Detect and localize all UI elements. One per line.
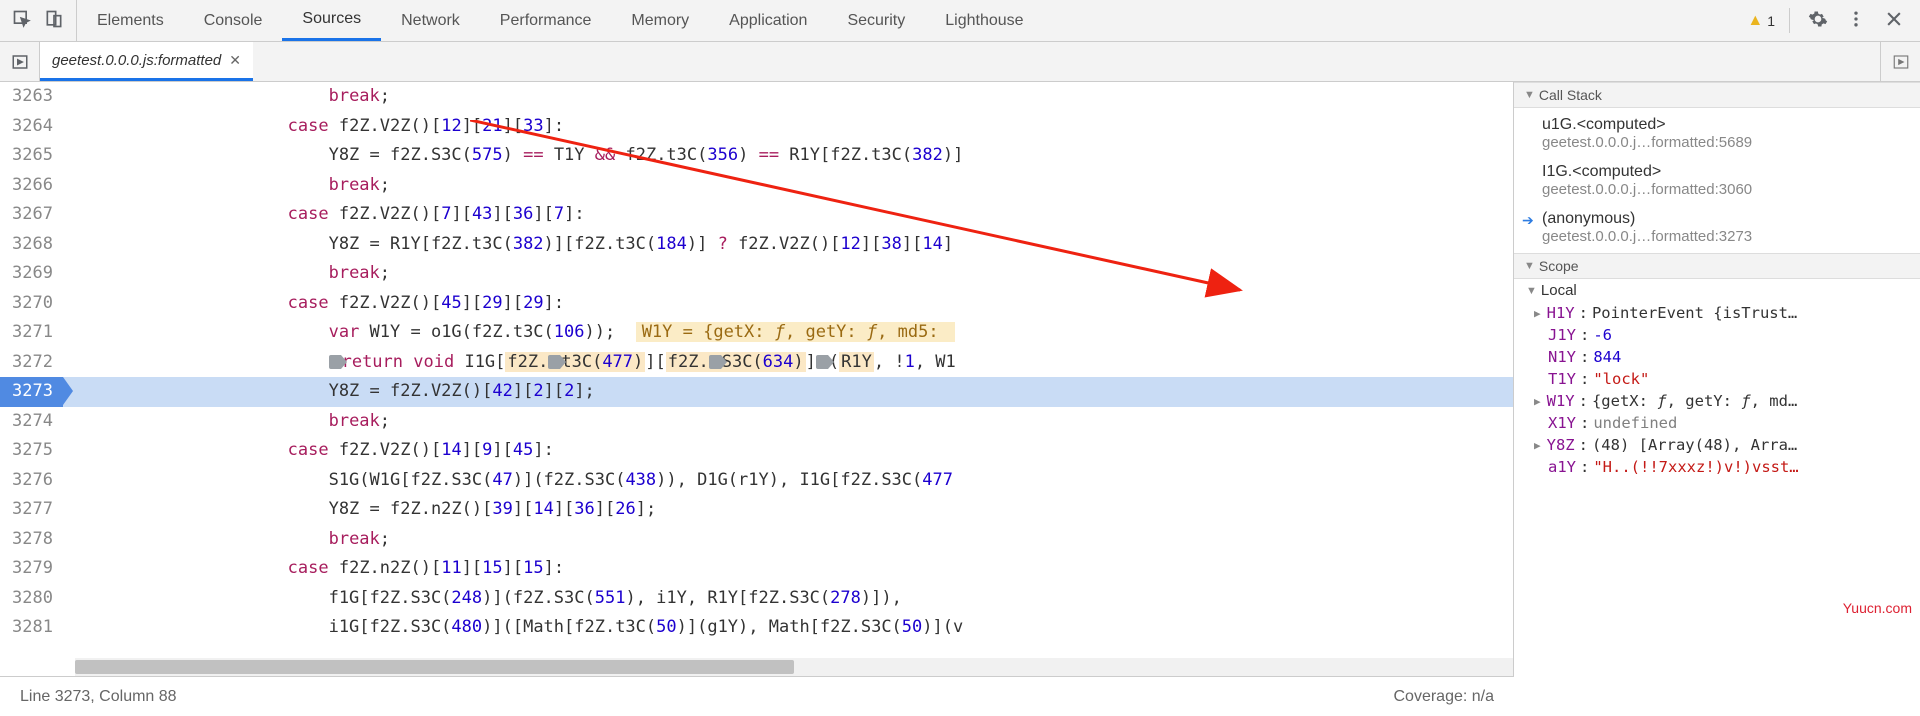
devtools-tab-elements[interactable]: Elements [77, 0, 184, 41]
debugger-sidebar: ▼Call Stack u1G.<computed>geetest.0.0.0.… [1514, 82, 1920, 676]
devtools-tab-security[interactable]: Security [827, 0, 925, 41]
close-devtools-icon[interactable] [1884, 9, 1904, 33]
scope-variable[interactable]: N1Y: 844 [1514, 346, 1920, 368]
settings-icon[interactable] [1808, 9, 1828, 33]
code-content[interactable]: break; case f2Z.V2Z()[12][21][33]: Y8Z =… [63, 82, 1513, 676]
watermark: Yuucn.com [1843, 600, 1912, 616]
call-stack-frame[interactable]: (anonymous)geetest.0.0.0.j…formatted:327… [1514, 204, 1920, 251]
line-gutter[interactable]: 3263326432653266326732683269327032713272… [0, 82, 63, 676]
call-stack-frame[interactable]: I1G.<computed>geetest.0.0.0.j…formatted:… [1514, 157, 1920, 204]
scope-variable[interactable]: J1Y: -6 [1514, 324, 1920, 346]
show-navigator-icon[interactable] [0, 42, 40, 81]
file-tab-bar: geetest.0.0.0.js:formatted ✕ [0, 42, 1920, 82]
warnings-badge[interactable]: ▲ 1 [1747, 8, 1790, 33]
warning-count: 1 [1767, 13, 1775, 29]
call-stack-header[interactable]: ▼Call Stack [1514, 82, 1920, 108]
scope-variable[interactable]: ▶Y8Z: (48) [Array(48), Arra… [1514, 434, 1920, 456]
scope-variable[interactable]: ▶H1Y: PointerEvent {isTrust… [1514, 302, 1920, 324]
scope-local-header[interactable]: ▼Local [1514, 279, 1920, 302]
scope-variables: ▶H1Y: PointerEvent {isTrust…J1Y: -6N1Y: … [1514, 302, 1920, 478]
scope-variable[interactable]: X1Y: undefined [1514, 412, 1920, 434]
file-tab-label: geetest.0.0.0.js:formatted [52, 52, 221, 69]
devtools-tab-console[interactable]: Console [184, 0, 283, 41]
file-tab-active[interactable]: geetest.0.0.0.js:formatted ✕ [40, 42, 253, 81]
call-stack-frame[interactable]: u1G.<computed>geetest.0.0.0.j…formatted:… [1514, 110, 1920, 157]
scope-variable[interactable]: ▶W1Y: {getX: ƒ, getY: ƒ, md… [1514, 390, 1920, 412]
devtools-tab-application[interactable]: Application [709, 0, 827, 41]
coverage-status: Coverage: n/a [1393, 688, 1494, 706]
devtools-tab-performance[interactable]: Performance [480, 0, 612, 41]
devtools-toolbar: ElementsConsoleSourcesNetworkPerformance… [0, 0, 1920, 42]
kebab-menu-icon[interactable] [1846, 9, 1866, 33]
cursor-position: Line 3273, Column 88 [20, 688, 177, 706]
warning-icon: ▲ [1747, 12, 1763, 30]
devtools-tab-lighthouse[interactable]: Lighthouse [925, 0, 1043, 41]
call-stack-list: u1G.<computed>geetest.0.0.0.j…formatted:… [1514, 108, 1920, 253]
device-toolbar-icon[interactable] [44, 9, 64, 33]
devtools-tab-sources[interactable]: Sources [282, 0, 381, 41]
scope-variable[interactable]: a1Y: "H..(!!7xxxz!)v!)vsst… [1514, 456, 1920, 478]
source-editor[interactable]: 3263326432653266326732683269327032713272… [0, 82, 1514, 676]
run-snippet-icon[interactable] [1880, 42, 1920, 81]
scope-variable[interactable]: T1Y: "lock" [1514, 368, 1920, 390]
status-bar: Line 3273, Column 88 Coverage: n/a [0, 676, 1514, 716]
devtools-tab-memory[interactable]: Memory [611, 0, 709, 41]
inspect-element-icon[interactable] [12, 9, 32, 33]
horizontal-scrollbar[interactable] [75, 658, 1513, 676]
close-tab-icon[interactable]: ✕ [229, 52, 241, 69]
scope-header[interactable]: ▼Scope [1514, 253, 1920, 279]
devtools-tab-network[interactable]: Network [381, 0, 480, 41]
